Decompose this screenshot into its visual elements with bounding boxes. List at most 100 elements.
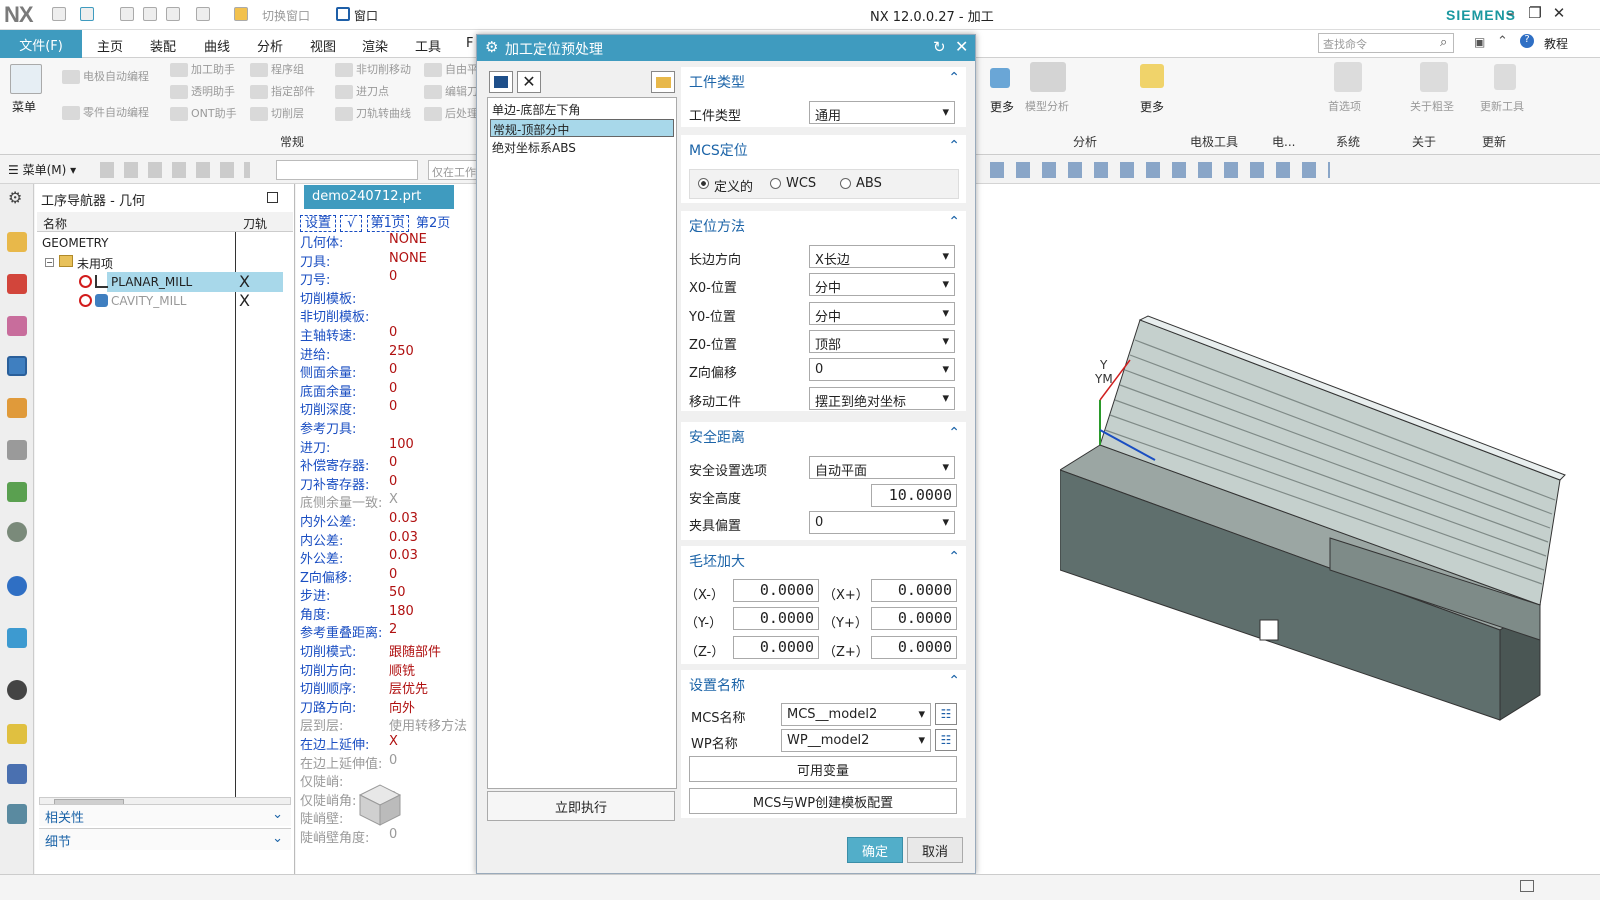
help-icon[interactable]: ? xyxy=(1520,34,1534,48)
available-variables-button[interactable]: 可用变量 xyxy=(689,756,957,782)
switch-window-button[interactable]: 切换窗口 xyxy=(262,7,310,24)
window-menu[interactable]: 窗口 xyxy=(354,7,378,24)
copy-icon[interactable] xyxy=(143,7,157,21)
about-icon[interactable] xyxy=(1420,62,1448,92)
update-tool-button[interactable]: 更新工具 xyxy=(1480,98,1524,114)
search-command-input[interactable]: 查找命令 xyxy=(1318,33,1454,53)
blank-z-minus-input[interactable]: 0.0000 xyxy=(733,636,819,659)
save-icon[interactable] xyxy=(52,7,66,21)
x0-select[interactable]: 分中 ▾ xyxy=(809,273,955,296)
preferences-button[interactable]: 首选项 xyxy=(1328,98,1361,114)
cancel-button[interactable]: 取消 xyxy=(907,837,963,863)
tab-tools[interactable]: 工具 xyxy=(415,36,441,55)
radio-defined[interactable] xyxy=(698,178,709,189)
chevron-up-icon[interactable]: ⌃ xyxy=(948,70,960,86)
chevron-up-icon[interactable]: ⌃ xyxy=(948,425,960,441)
operation-navigator-icon[interactable] xyxy=(7,356,27,376)
blank-y-plus-input[interactable]: 0.0000 xyxy=(871,607,957,630)
maximize-panel-icon[interactable] xyxy=(267,192,278,203)
collapse-ribbon-icon[interactable]: ⌃ xyxy=(1497,34,1508,49)
model-analysis-button[interactable]: 模型分析 xyxy=(1025,98,1069,114)
blank-z-plus-input[interactable]: 0.0000 xyxy=(871,636,957,659)
column-toolpath[interactable]: 刀轨 xyxy=(243,215,267,232)
section-header[interactable]: 安全距离 ⌃ xyxy=(681,422,966,448)
ribbon-tool[interactable]: 透明助手 xyxy=(170,83,235,99)
document-tab[interactable]: demo240712.prt xyxy=(304,185,454,209)
more-analysis-icon[interactable] xyxy=(1140,64,1164,88)
section-header[interactable]: 定位方法 ⌃ xyxy=(681,211,966,237)
restore-button[interactable]: ❐ xyxy=(1524,4,1546,22)
type-filter-select[interactable] xyxy=(276,160,418,180)
settings-gear-icon[interactable]: ⚙ xyxy=(8,188,22,207)
menu-dropdown[interactable]: ☰ 菜单(M) ▾ xyxy=(8,161,76,178)
view-tools[interactable] xyxy=(990,162,1330,178)
preferences-icon[interactable] xyxy=(1334,62,1362,92)
section-header[interactable]: 毛坯加大 ⌃ xyxy=(681,546,966,572)
model-analysis-icon[interactable] xyxy=(1030,62,1066,92)
info-tab-page1[interactable]: 第1页 xyxy=(366,215,409,232)
update-icon[interactable] xyxy=(1494,64,1516,90)
toolpath-icon[interactable] xyxy=(7,764,27,784)
preset-item-selected[interactable]: 常规-顶部分中 xyxy=(490,119,674,137)
collapse-icon[interactable]: − xyxy=(45,258,54,267)
selection-tools[interactable] xyxy=(100,162,250,178)
section-header[interactable]: 设置名称 ⌃ xyxy=(681,670,966,696)
ribbon-display-icon[interactable]: ▣ xyxy=(1474,35,1485,49)
section-header[interactable]: MCS定位 ⌃ xyxy=(681,135,966,161)
part-navigator-icon[interactable] xyxy=(7,316,27,336)
chevron-up-icon[interactable]: ⌃ xyxy=(948,549,960,565)
process-icon[interactable] xyxy=(7,804,27,824)
reuse-library-icon[interactable] xyxy=(7,440,27,460)
safety-option-select[interactable]: 自动平面 ▾ xyxy=(809,456,955,479)
preset-item[interactable]: 绝对坐标系ABS xyxy=(490,138,674,156)
more-tools-icon[interactable] xyxy=(990,68,1010,88)
info-tab-settings[interactable]: 设置 xyxy=(300,215,337,232)
ribbon-tool[interactable]: 零件自动编程 xyxy=(62,104,149,120)
paste-icon[interactable] xyxy=(166,7,180,21)
dialog-close-icon[interactable]: ✕ xyxy=(955,37,968,56)
delete-preset-icon[interactable]: ✕ xyxy=(517,71,541,93)
tab-render[interactable]: 渲染 xyxy=(362,36,388,55)
ribbon-tool[interactable]: 编辑刀 xyxy=(424,83,478,99)
reset-icon[interactable]: ↻ xyxy=(933,38,946,56)
tutorial-link[interactable]: 教程 xyxy=(1544,35,1568,52)
wp-name-list-icon[interactable]: ☷ xyxy=(935,729,957,751)
ok-button[interactable]: 确定 xyxy=(847,837,903,863)
execute-now-button[interactable]: 立即执行 xyxy=(487,791,675,821)
tab-view[interactable]: 视图 xyxy=(310,36,336,55)
chevron-up-icon[interactable]: ⌃ xyxy=(948,138,960,154)
menu-icon[interactable] xyxy=(10,64,42,94)
mcs-name-list-icon[interactable]: ☷ xyxy=(935,703,957,725)
move-workpiece-select[interactable]: 摆正到绝对坐标 ▾ xyxy=(809,387,955,410)
info-tab-page2[interactable]: 第2页 xyxy=(413,216,453,231)
ribbon-tool[interactable]: 切削层 xyxy=(250,105,304,121)
ribbon-tool[interactable]: 进刀点 xyxy=(335,83,389,99)
ribbon-tool[interactable]: 指定部件 xyxy=(250,83,315,99)
menu-button-label[interactable]: 菜单 xyxy=(12,98,36,115)
role-icon[interactable] xyxy=(7,482,27,502)
tree-item-cavity-mill[interactable]: CAVITY_MILL xyxy=(111,294,187,308)
y0-select[interactable]: 分中 ▾ xyxy=(809,302,955,325)
z-offset-select[interactable]: 0 ▾ xyxy=(809,358,955,381)
tab-assembly[interactable]: 装配 xyxy=(150,36,176,55)
long-edge-select[interactable]: X长边 ▾ xyxy=(809,245,955,268)
ribbon-tool[interactable]: 自由平 xyxy=(424,61,478,77)
more-button-1[interactable]: 更多 xyxy=(990,98,1014,115)
info-icon[interactable] xyxy=(7,576,27,596)
tree-item-unused[interactable]: 未用项 xyxy=(77,255,113,272)
clock-icon[interactable] xyxy=(7,680,27,700)
palette-icon[interactable] xyxy=(7,724,27,744)
ribbon-tool[interactable]: 非切削移动 xyxy=(335,61,411,77)
ribbon-tool[interactable]: ONT助手 xyxy=(170,105,237,121)
blank-x-minus-input[interactable]: 0.0000 xyxy=(733,579,819,602)
close-button[interactable]: ✕ xyxy=(1548,4,1570,22)
column-name[interactable]: 名称 xyxy=(43,215,67,232)
scope-filter-select[interactable]: 仅在工作 xyxy=(428,160,478,180)
undo-icon[interactable] xyxy=(80,7,94,21)
blank-y-minus-input[interactable]: 0.0000 xyxy=(733,607,819,630)
history-icon[interactable] xyxy=(7,628,27,648)
ribbon-tool[interactable]: 程序组 xyxy=(250,61,304,77)
radio-abs[interactable] xyxy=(840,178,851,189)
preset-item[interactable]: 单边-底部左下角 xyxy=(490,100,674,118)
touch-mode-icon[interactable] xyxy=(234,7,248,21)
